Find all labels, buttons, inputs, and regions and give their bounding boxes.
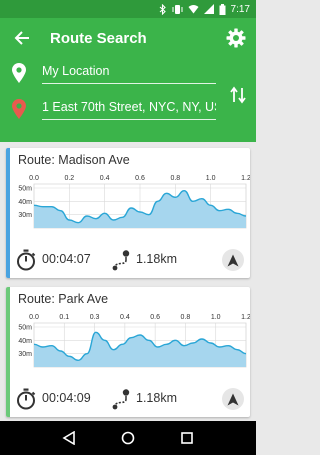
route-title: Route: Madison Ave xyxy=(18,153,130,167)
route-duration: 00:04:09 xyxy=(42,391,91,405)
app-bar: Route Search xyxy=(0,18,256,58)
x-tick-label: 1.0 xyxy=(206,175,216,182)
circle-home-icon xyxy=(121,431,135,445)
destination-row: 1 East 70th Street, NYC, NY, US xyxy=(0,94,256,126)
wifi-icon xyxy=(188,4,199,14)
origin-row: My Location xyxy=(0,58,256,90)
back-arrow-icon xyxy=(14,31,29,45)
route-distance: 1.18km xyxy=(136,391,177,405)
y-tick-label: 30m xyxy=(18,212,32,219)
swap-vertical-icon xyxy=(230,86,246,104)
x-tick-label: 0.6 xyxy=(135,175,145,182)
route-footer: 00:04:07 1.18km xyxy=(16,249,246,271)
nav-recents-button[interactable] xyxy=(177,428,197,448)
route-distance: 1.18km xyxy=(136,252,177,266)
bluetooth-icon xyxy=(159,3,167,15)
page-title: Route Search xyxy=(50,29,147,47)
elevation-chart: 0.0 0.2 0.4 0.6 0.8 1.0 1.2 50m 40m 30m xyxy=(18,175,250,229)
y-tick-label: 30m xyxy=(18,351,32,358)
x-tick-label: 0.0 xyxy=(29,314,39,321)
x-tick-label: 0.2 xyxy=(64,175,74,182)
elevation-chart: 0.0 0.1 0.3 0.4 0.6 0.8 1.0 1.2 50m 40m 30m xyxy=(18,314,250,368)
elevation-area xyxy=(34,332,246,367)
swap-locations-button[interactable] xyxy=(228,84,248,106)
destination-input[interactable]: 1 East 70th Street, NYC, NY, US xyxy=(42,98,216,120)
route-distance-icon xyxy=(112,389,130,410)
route-card[interactable]: Route: Madison Ave 0.0 0.2 0.4 0.6 0.8 1.0 1.2… xyxy=(6,148,250,278)
nav-home-button[interactable] xyxy=(118,428,138,448)
route-duration: 00:04:07 xyxy=(42,252,91,266)
y-tick-label: 40m xyxy=(18,338,32,345)
route-title: Route: Park Ave xyxy=(18,292,109,306)
route-card[interactable]: Route: Park Ave 0.0 0.1 0.3 0.4 0.6 0.8 1.0 1.2… xyxy=(6,287,250,417)
x-tick-label: 0.4 xyxy=(100,175,110,182)
status-bar: 7:17 xyxy=(0,0,256,18)
start-navigation-button[interactable] xyxy=(222,388,244,410)
x-tick-label: 0.4 xyxy=(120,314,130,321)
x-tick-label: 1.2 xyxy=(241,314,250,321)
settings-button[interactable] xyxy=(224,26,248,50)
x-tick-label: 0.0 xyxy=(29,175,39,182)
stopwatch-icon xyxy=(17,249,36,271)
origin-pin-icon xyxy=(12,63,26,83)
back-button[interactable] xyxy=(10,26,34,50)
battery-icon xyxy=(219,3,226,15)
triangle-back-icon xyxy=(62,431,76,445)
x-tick-label: 0.8 xyxy=(170,175,180,182)
destination-pin-icon xyxy=(12,99,26,119)
origin-input[interactable]: My Location xyxy=(42,62,216,84)
y-tick-label: 40m xyxy=(18,199,32,206)
navigation-arrow-icon xyxy=(227,254,239,266)
y-tick-label: 50m xyxy=(18,325,32,332)
system-nav-bar xyxy=(0,421,256,455)
x-tick-label: 0.6 xyxy=(150,314,160,321)
square-recents-icon xyxy=(180,432,193,444)
vibrate-icon xyxy=(172,4,183,15)
navigation-arrow-icon xyxy=(227,393,239,405)
x-tick-label: 1.2 xyxy=(241,175,250,182)
x-tick-label: 1.0 xyxy=(211,314,221,321)
status-time: 7:17 xyxy=(230,3,250,15)
stopwatch-icon xyxy=(17,388,36,410)
x-tick-label: 0.1 xyxy=(59,314,69,321)
x-tick-label: 0.8 xyxy=(181,314,191,321)
start-navigation-button[interactable] xyxy=(222,249,244,271)
x-tick-label: 0.3 xyxy=(90,314,100,321)
gear-icon xyxy=(226,28,246,48)
signal-icon xyxy=(203,4,214,14)
route-footer: 00:04:09 1.18km xyxy=(16,388,246,410)
y-tick-label: 50m xyxy=(18,186,32,193)
nav-back-button[interactable] xyxy=(59,428,79,448)
route-distance-icon xyxy=(112,250,130,271)
